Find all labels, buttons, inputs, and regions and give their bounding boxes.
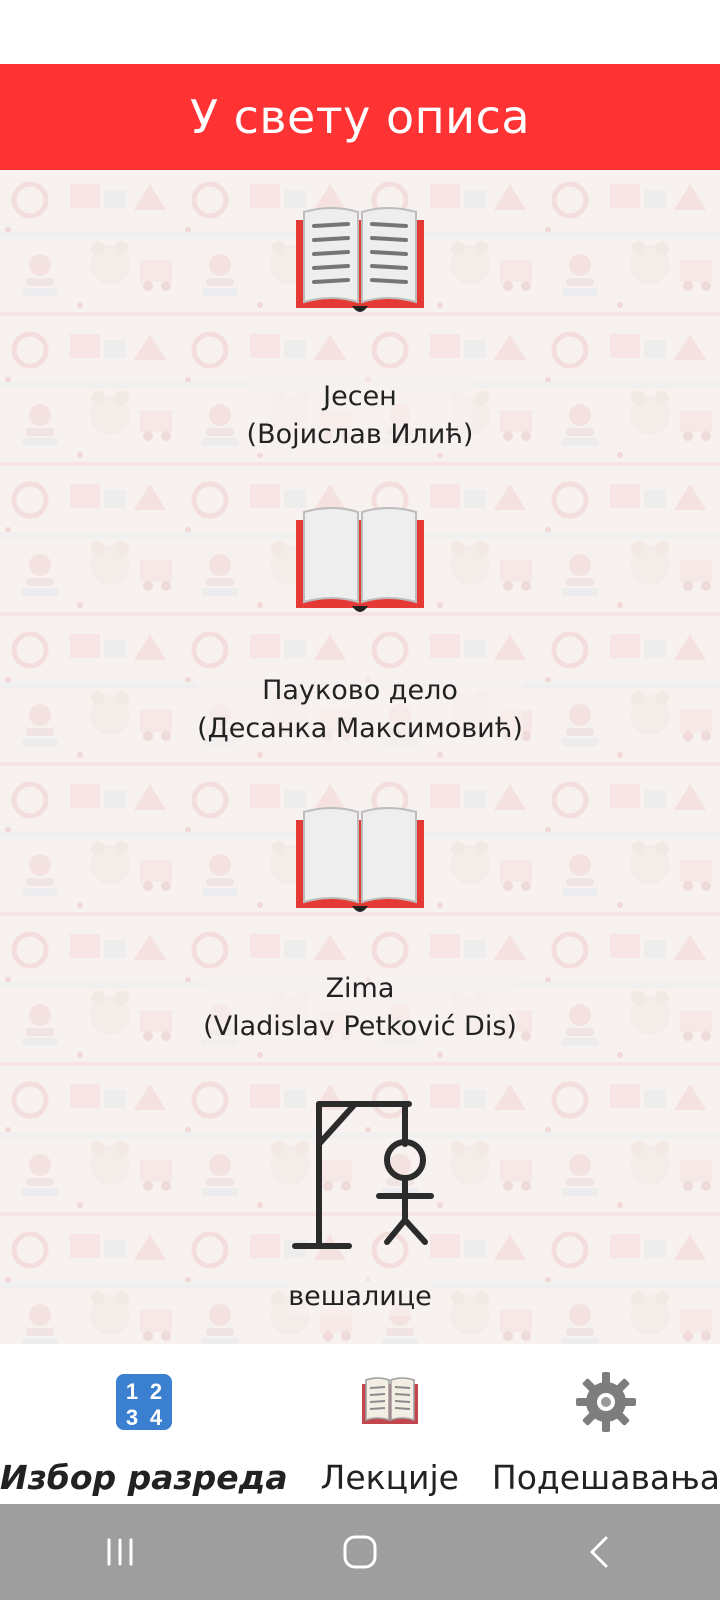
nav-label: Лекције	[320, 1458, 459, 1497]
lesson-title: Zima	[325, 973, 395, 1004]
home-button[interactable]	[330, 1522, 390, 1582]
lesson-item-hangman[interactable]: вешалице	[0, 1100, 720, 1316]
nav-item-grade-selection[interactable]: 1 2 3 4 Избор разреда	[0, 1344, 288, 1504]
lesson-text: вешалице	[288, 1278, 432, 1316]
app-header: У свету описа	[0, 64, 720, 170]
lesson-text: Пауково дело (Десанка Максимовић)	[197, 672, 523, 748]
lesson-author: (Десанка Максимовић)	[197, 713, 523, 744]
system-navigation-bar	[0, 1504, 720, 1600]
lesson-title: Пауково дело	[262, 675, 458, 706]
lesson-text: Јесен (Војислав Илић)	[246, 378, 474, 454]
nav-label: Избор разреда	[0, 1458, 288, 1497]
bottom-navigation: 1 2 3 4 Избор разреда Лекције Подешавања	[0, 1344, 720, 1504]
nav-item-lessons[interactable]: Лекције	[288, 1344, 492, 1504]
open-book-icon	[296, 807, 424, 912]
svg-text:4: 4	[150, 1405, 163, 1430]
home-icon	[343, 1535, 377, 1569]
svg-text:1: 1	[126, 1379, 138, 1404]
numbers-1234-icon: 1 2 3 4	[115, 1374, 172, 1430]
lesson-title: вешалице	[288, 1281, 432, 1312]
gear-icon	[575, 1372, 636, 1432]
status-bar	[0, 0, 720, 64]
lesson-list-area[interactable]: Јесен (Војислав Илић) Пауково дело (Деса…	[0, 170, 720, 1344]
nav-label: Подешавања	[491, 1458, 720, 1497]
lesson-author: (Војислав Илић)	[246, 419, 474, 450]
page-title: У свету описа	[189, 90, 531, 144]
recent-apps-button[interactable]	[90, 1522, 150, 1582]
lesson-title: Јесен	[323, 381, 397, 412]
svg-text:3: 3	[126, 1405, 138, 1430]
recent-apps-icon	[107, 1538, 133, 1566]
nav-item-settings[interactable]: Подешавања	[492, 1344, 720, 1504]
svg-text:2: 2	[150, 1379, 162, 1404]
open-book-icon	[296, 507, 424, 612]
back-button[interactable]	[570, 1522, 630, 1582]
book-icon	[361, 1377, 418, 1424]
open-book-icon	[296, 207, 424, 312]
lesson-author: (Vladislav Petković Dis)	[203, 1011, 517, 1042]
hangman-icon	[292, 1101, 434, 1249]
lesson-item-jesen[interactable]: Јесен (Војислав Илић)	[0, 200, 720, 454]
lesson-item-zima[interactable]: Zima (Vladislav Petković Dis)	[0, 800, 720, 1046]
lesson-item-paukovo-delo[interactable]: Пауково дело (Десанка Максимовић)	[0, 500, 720, 748]
lesson-text: Zima (Vladislav Petković Dis)	[203, 970, 517, 1046]
back-icon	[590, 1536, 608, 1568]
